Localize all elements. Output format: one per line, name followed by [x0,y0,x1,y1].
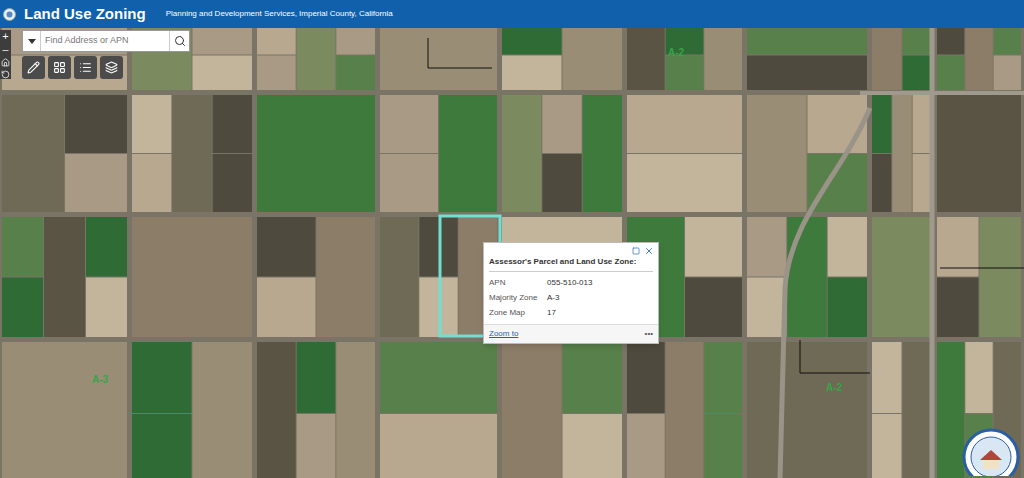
nav-controls: + [0,30,11,79]
field-value: 055-510-013 [547,277,653,289]
layers-icon [105,61,118,74]
zone-label: A-2 [826,383,842,393]
list-icon [79,61,92,74]
popup-field-row: APN055-510-013 [489,277,653,289]
popup-field-row: Zone Map17 [489,307,653,319]
popup-fields: APN055-510-013Majority ZoneA-3Zone Map17 [484,272,658,324]
field-value: A-3 [547,292,653,304]
zone-label: A-2 [668,48,684,58]
field-label: APN [489,277,547,289]
field-label: Zone Map [489,307,547,319]
popup-titlebar [484,243,658,256]
popup-title: Assessor's Parcel and Land Use Zone: [489,256,653,272]
toolbar [22,56,123,79]
search-input[interactable]: Find Address or APN [41,34,169,48]
zoom-to-link[interactable]: Zoom to [489,328,518,340]
search-box[interactable]: Find Address or APN [22,30,190,52]
app-subtitle: Planning and Development Services, Imper… [166,8,393,20]
home-icon[interactable] [1,58,10,67]
toolbar-button[interactable] [74,56,97,79]
toolbar-button[interactable] [100,56,123,79]
popup: Assessor's Parcel and Land Use Zone: APN0… [483,242,659,344]
search-source-dropdown[interactable] [23,31,41,51]
search-icon [174,35,186,47]
field-label: Majority Zone [489,292,547,304]
search-button[interactable] [169,31,189,51]
zoom-in-button[interactable]: + [2,30,8,43]
toolbar-button[interactable] [48,56,71,79]
field-value: 17 [547,307,653,319]
caret-down-icon [28,39,36,44]
zone-label: A-3 [92,375,108,385]
maximize-icon[interactable] [632,247,640,255]
close-icon[interactable] [644,246,654,256]
grid-icon [53,61,66,74]
app: Land Use Zoning Planning and Development … [0,0,1024,478]
county-logo-icon [3,8,16,21]
app-title: Land Use Zoning [24,3,146,26]
popup-footer: Zoom to ••• [484,324,658,343]
county-seal-icon [962,428,1020,476]
header-bar: Land Use Zoning Planning and Development … [0,0,1024,28]
more-actions-button[interactable]: ••• [645,328,653,340]
popup-field-row: Majority ZoneA-3 [489,292,653,304]
zoom-out-icon[interactable] [1,46,10,55]
pencil-icon [27,61,40,74]
rotate-icon[interactable] [1,70,10,79]
toolbar-button[interactable] [22,56,45,79]
map[interactable]: A-2 A-3 A-2 + Find Address or APN Assessor's … [0,28,1024,478]
